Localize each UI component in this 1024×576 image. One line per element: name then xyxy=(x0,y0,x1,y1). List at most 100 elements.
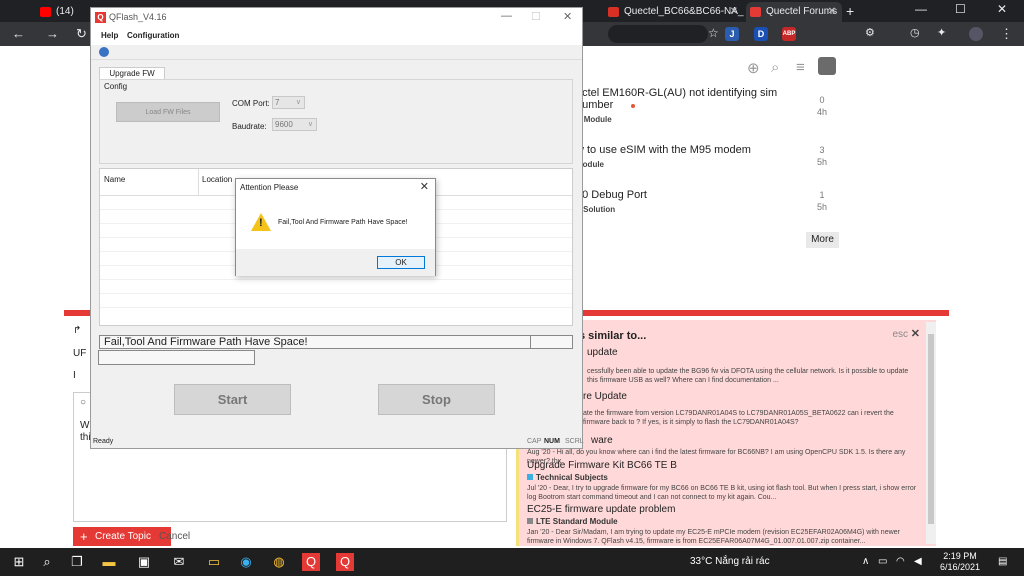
bookmark-star-icon[interactable]: ☆ xyxy=(708,26,719,40)
more-button[interactable]: More xyxy=(806,232,839,248)
extension-j-icon[interactable]: J xyxy=(725,27,739,41)
similar-topic[interactable]: EC25-E firmware update problem LTE Stand… xyxy=(527,504,919,546)
avatar[interactable] xyxy=(818,57,836,75)
close-icon[interactable]: ✕ xyxy=(563,10,572,23)
search-icon[interactable]: ⌕ xyxy=(771,59,779,76)
topic-category[interactable]: A Module xyxy=(576,115,777,124)
address-bar[interactable] xyxy=(608,25,708,43)
qflash-title-bar[interactable]: Q QFlash_V4.16 — ☐ ✕ xyxy=(91,8,582,28)
clock-time: 2:19 PM xyxy=(943,551,977,561)
start-button[interactable]: Start xyxy=(174,384,291,415)
windows-start-icon[interactable]: ⊞ xyxy=(10,553,28,571)
chat-bubble-icon: ○ xyxy=(80,397,87,408)
close-window-icon[interactable]: ✕ xyxy=(997,2,1007,16)
topic-title[interactable]: 60 Debug Port xyxy=(576,189,647,201)
tab-label: (14) xyxy=(56,6,74,17)
similar-topic-title: ware xyxy=(591,435,613,446)
reading-list-icon[interactable]: ⚙ xyxy=(865,26,875,39)
similar-topic[interactable]: Upgrade Firmware Kit BC66 TE B Technical… xyxy=(527,460,919,502)
similar-topic[interactable]: re Update ate the firmware from version … xyxy=(583,391,917,427)
create-topic-button[interactable]: + Create Topic xyxy=(73,527,171,546)
minimize-icon[interactable]: — xyxy=(915,2,927,16)
tray-chevron-icon[interactable]: ∧ xyxy=(862,556,869,567)
adblock-icon[interactable]: ABP xyxy=(782,27,796,41)
stop-button[interactable]: Stop xyxy=(378,384,495,415)
topic-category[interactable]: Module xyxy=(576,160,751,169)
hamburger-icon[interactable]: ≡ xyxy=(796,59,805,76)
edge-icon[interactable]: ◉ xyxy=(237,553,255,571)
title-input-fragment[interactable]: UF xyxy=(73,348,86,359)
similar-scrollbar[interactable] xyxy=(926,322,936,544)
topic-title[interactable]: ectel EM160R-GL(AU) not identifying sim xyxy=(576,87,777,99)
similar-topic[interactable]: update cessfully been able to update the… xyxy=(587,347,917,385)
topic-row[interactable]: ectel EM160R-GL(AU) not identifying sim … xyxy=(576,87,777,124)
browser-tab-forums[interactable]: Quectel Forums ✕ xyxy=(746,2,842,22)
wifi-icon[interactable]: ◠ xyxy=(896,556,905,567)
menu-configuration[interactable]: Configuration xyxy=(127,31,179,40)
tab-label: Quectel Forums xyxy=(766,6,838,17)
tab-label: Quectel_BC66&BC66-NA_S xyxy=(624,6,744,17)
menu-help[interactable]: Help xyxy=(101,31,118,40)
com-port-select[interactable]: 7 ∨ xyxy=(272,96,305,109)
close-icon[interactable]: ✕ xyxy=(420,180,429,193)
similar-topic-excerpt: Jul '20 - Dear, I try to upgrade firmwar… xyxy=(527,485,917,501)
close-icon[interactable]: ✕ xyxy=(911,327,920,340)
scrl-indicator: SCRL xyxy=(565,438,584,445)
file-explorer-icon[interactable]: ▬ xyxy=(100,553,118,571)
puzzle-icon[interactable]: ✦ xyxy=(937,26,946,39)
browser-tab-youtube[interactable]: (14) xyxy=(36,2,96,22)
globe-icon[interactable]: ⊕ xyxy=(747,59,760,77)
notification-icon[interactable]: ▤ xyxy=(998,556,1007,567)
network-icon[interactable]: ▭ xyxy=(878,556,887,567)
reply-count: 1 xyxy=(819,190,825,200)
column-divider[interactable] xyxy=(198,169,199,195)
mail-icon[interactable]: ✉ xyxy=(170,553,188,571)
baudrate-select[interactable]: 9600 ∨ xyxy=(272,118,317,131)
load-fw-files-button[interactable]: Load FW Files xyxy=(116,102,220,122)
ok-button[interactable]: OK xyxy=(377,256,425,269)
menu-dots-icon[interactable]: ⋮ xyxy=(1000,26,1013,42)
similar-topic-excerpt: Jan '20 - Dear Sir/Madam, I am trying to… xyxy=(527,529,900,545)
topic-row[interactable]: 60 Debug Port n Solution xyxy=(576,189,647,214)
reply-arrow-icon: ↱ xyxy=(73,325,82,336)
close-tab-icon[interactable]: ✕ xyxy=(730,2,738,22)
topic-row[interactable]: w to use eSIM with the M95 modem Module xyxy=(576,144,751,169)
similar-heading: s similar to... xyxy=(579,330,647,342)
topic-category[interactable]: n Solution xyxy=(576,205,647,214)
similar-topic-category: Technical Subjects xyxy=(527,473,919,482)
cap-indicator: CAP xyxy=(527,438,542,445)
forward-icon[interactable]: → xyxy=(46,26,59,41)
store-icon[interactable]: ▣ xyxy=(135,553,153,571)
close-tab-icon[interactable]: ✕ xyxy=(828,2,836,22)
weather-widget[interactable]: 33°C Nắng rải rác xyxy=(690,556,770,567)
qflash-toolbar xyxy=(91,45,582,60)
topic-title-line2[interactable]: number xyxy=(576,99,777,111)
progress-bar xyxy=(98,350,255,365)
topic-title[interactable]: w to use eSIM with the M95 modem xyxy=(576,144,751,156)
help-icon[interactable] xyxy=(99,47,109,57)
category-square-icon xyxy=(527,474,533,480)
quectel-app-icon[interactable]: Q xyxy=(302,553,320,571)
column-header-location[interactable]: Location xyxy=(202,175,232,184)
category-select-fragment[interactable]: I xyxy=(73,370,76,381)
folder-icon[interactable]: ▭ xyxy=(205,553,223,571)
browser-tab-spec[interactable]: Quectel_BC66&BC66-NA_S ✕ xyxy=(604,2,744,22)
unread-dot-icon xyxy=(631,104,635,108)
extension-d-icon[interactable]: D xyxy=(754,27,768,41)
reload-icon[interactable]: ↻ xyxy=(76,26,87,42)
new-tab-icon[interactable]: + xyxy=(846,3,854,19)
clock[interactable]: 2:19 PM 6/16/2021 xyxy=(940,551,980,573)
maximize-icon[interactable]: ☐ xyxy=(955,2,966,16)
chrome-icon[interactable]: ◍ xyxy=(270,553,288,571)
search-icon[interactable]: ⌕ xyxy=(38,553,56,571)
volume-icon[interactable]: ◀ xyxy=(914,556,922,567)
scroll-thumb[interactable] xyxy=(928,334,934,524)
history-icon[interactable]: ◷ xyxy=(910,26,920,39)
qflash-taskbar-icon[interactable]: Q xyxy=(336,553,354,571)
profile-avatar-icon[interactable] xyxy=(969,27,983,41)
minimize-icon[interactable]: — xyxy=(501,10,512,22)
column-header-name[interactable]: Name xyxy=(104,175,125,184)
cancel-link[interactable]: Cancel xyxy=(159,531,190,542)
task-view-icon[interactable]: ❐ xyxy=(68,553,86,571)
back-icon[interactable]: ← xyxy=(12,26,25,41)
